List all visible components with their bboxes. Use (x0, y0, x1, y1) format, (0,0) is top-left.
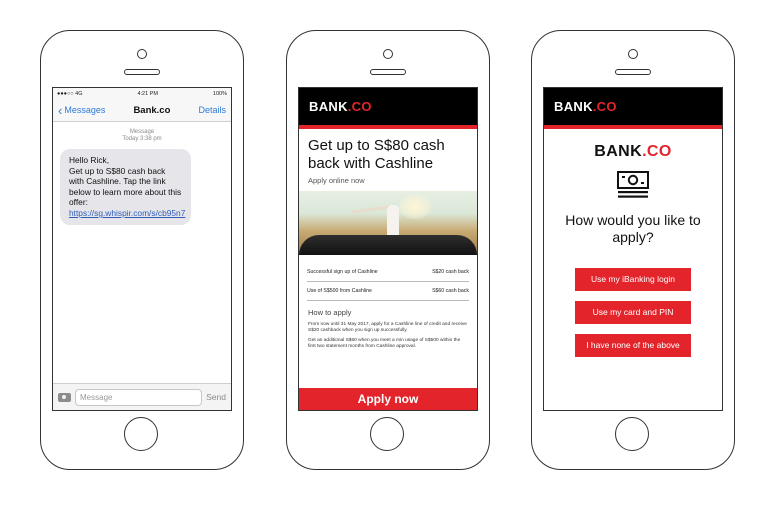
home-button[interactable] (615, 417, 649, 451)
earpiece-speaker (370, 69, 406, 75)
row-label: Successful sign up of Cashline (307, 269, 378, 275)
logo-suffix: .CO (642, 143, 672, 160)
front-camera (383, 49, 393, 59)
earpiece-speaker (615, 69, 651, 75)
chevron-left-icon: ‹ (58, 102, 63, 118)
message-meta: Message Today 3:38 pm (53, 129, 231, 143)
message-composer: Message Send (53, 383, 231, 410)
front-camera (628, 49, 638, 59)
front-camera (137, 49, 147, 59)
brand-name: BANK (309, 99, 348, 114)
logo-name: BANK (594, 143, 643, 160)
brand-name: BANK (554, 99, 593, 114)
message-input[interactable]: Message (75, 388, 203, 406)
bank-header: BANK .CO (544, 88, 722, 129)
sun-glow (399, 195, 431, 219)
cashback-table: Successful sign up of Cashline S$20 cash… (299, 255, 477, 301)
carrier-signal: ●●●○○ 4G (57, 90, 83, 97)
brand-suffix: .CO (347, 99, 372, 114)
back-label: Messages (64, 105, 106, 115)
message-timestamp: Today 3:38 pm (122, 136, 162, 142)
table-row: Use of S$500 from Cashline S$60 cash bac… (307, 282, 469, 301)
status-bar: ●●●○○ 4G 4:21 PM 100% (53, 88, 231, 99)
hero-person-arm (350, 205, 392, 214)
row-value: S$60 cash back (432, 288, 469, 294)
phone-landing: BANK .CO Get up to S$80 cash back with Ca… (286, 30, 490, 470)
none-of-the-above-button[interactable]: I have none of the above (575, 334, 691, 357)
brand-suffix: .CO (592, 99, 617, 114)
apply-options-screen: BANK .CO BANK.CO How would you like to ap… (543, 87, 723, 411)
apply-now-button[interactable]: Apply now (299, 388, 477, 410)
ibanking-login-button[interactable]: Use my iBanking login (575, 268, 691, 291)
details-button[interactable]: Details (198, 105, 226, 115)
phone-apply-options: BANK .CO BANK.CO How would you like to ap… (531, 30, 735, 470)
send-button[interactable]: Send (206, 392, 226, 402)
offer-headline: Get up to S$80 cash back with Cashline (308, 137, 445, 172)
hero-person (387, 205, 399, 237)
back-to-messages-button[interactable]: ‹ Messages (58, 102, 106, 118)
row-value: S$20 cash back (432, 269, 469, 275)
bank-header: BANK .CO (299, 88, 477, 129)
hero-car (299, 235, 477, 255)
home-button[interactable] (370, 417, 404, 451)
row-label: Use of S$500 from Cashline (307, 288, 372, 294)
sms-screen: ●●●○○ 4G 4:21 PM 100% ‹ Messages Bank.co… (52, 87, 232, 411)
how-to-apply-heading: How to apply (308, 308, 352, 317)
home-button[interactable] (124, 417, 158, 451)
incoming-message-bubble: Hello Rick, Get up to S$80 cash back wit… (60, 149, 191, 225)
earpiece-speaker (124, 69, 160, 75)
message-label: Message (129, 129, 155, 135)
offer-text: Get up to S$80 cash back with Cashline. … (69, 165, 182, 208)
terms-paragraph-1: From now until 31 May 2017, apply for a … (308, 322, 467, 333)
landing-screen: BANK .CO Get up to S$80 cash back with Ca… (298, 87, 478, 411)
bank-logo: BANK.CO (544, 143, 722, 161)
table-row: Successful sign up of Cashline S$20 cash… (307, 263, 469, 282)
camera-icon[interactable] (58, 392, 71, 402)
offer-subtitle: Apply online now (308, 176, 365, 185)
phone-sms: ●●●○○ 4G 4:21 PM 100% ‹ Messages Bank.co… (40, 30, 244, 470)
greeting-text: Hello Rick, (69, 155, 110, 165)
battery-level: 100% (212, 90, 227, 97)
hero-photo (299, 191, 477, 255)
terms-paragraph-2: Get an additional S$60 when you meet a m… (308, 338, 461, 349)
apply-question: How would you like to apply? (565, 212, 701, 245)
status-time: 4:21 PM (137, 90, 158, 97)
offer-link[interactable]: https://sg.whispir.com/s/cb95n7 (69, 208, 185, 219)
card-and-pin-button[interactable]: Use my card and PIN (575, 301, 691, 324)
conversation-title: Bank.co (133, 104, 171, 116)
cash-icon (615, 170, 651, 205)
messages-navbar: ‹ Messages Bank.co Details (53, 99, 231, 122)
